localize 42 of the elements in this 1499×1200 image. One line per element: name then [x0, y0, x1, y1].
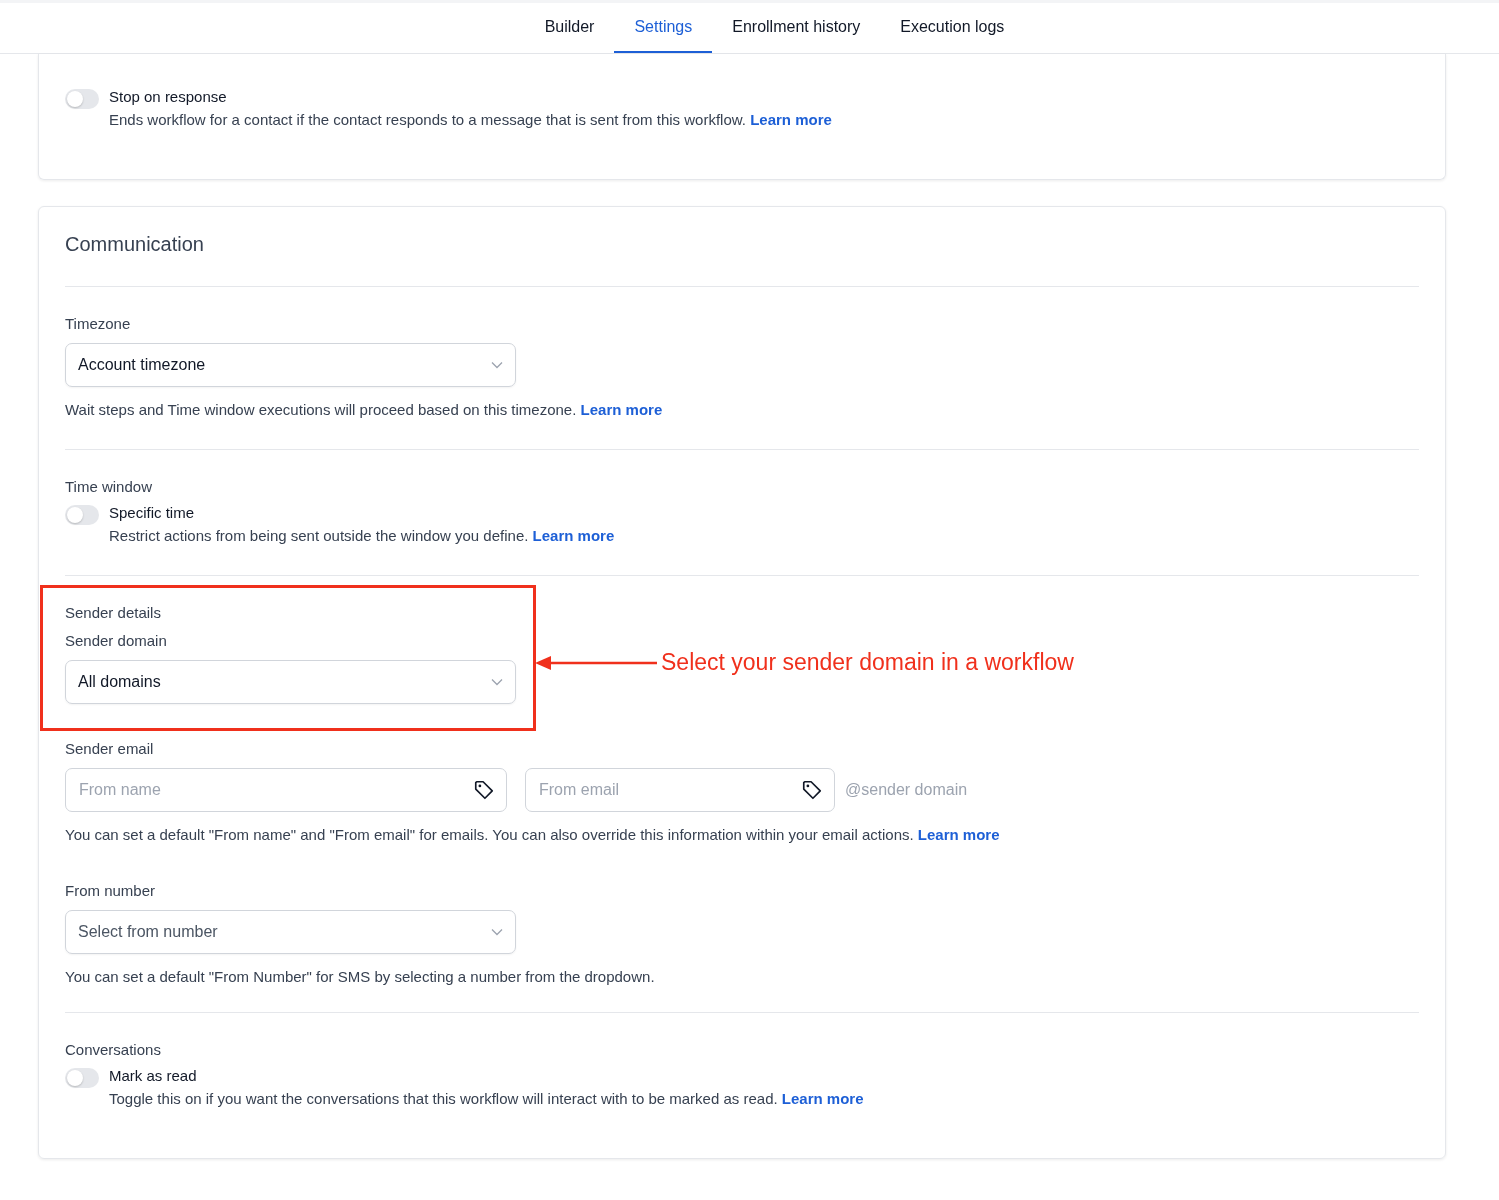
- learn-more-link[interactable]: Learn more: [580, 401, 663, 418]
- help-text: Ends workflow for a contact if the contact responds to a message that is sent from this workflow. Learn more: [109, 110, 832, 130]
- toggle-label: Mark as read: [109, 1067, 198, 1084]
- field-label: Time window: [65, 478, 152, 495]
- help-text: You can set a default "From name" and "From email" for emails. You can also override this information within your email actions. Learn more: [65, 825, 1000, 845]
- toggle-label: Specific time: [109, 504, 196, 521]
- arrow-icon: [535, 654, 657, 671]
- field-label: From number: [65, 882, 156, 899]
- section-title: Communication: [65, 233, 205, 257]
- field-label: Sender details: [65, 604, 161, 621]
- tag-icon: [801, 779, 823, 801]
- tab[interactable]: Builder: [524, 3, 615, 53]
- field-label: Conversations: [65, 1041, 161, 1058]
- field-label: Timezone: [65, 315, 131, 332]
- learn-more-link[interactable]: Learn more: [781, 1090, 864, 1107]
- learn-more-link[interactable]: Learn more: [532, 527, 615, 544]
- field-label: Sender domain: [65, 632, 167, 649]
- learn-more-link[interactable]: Learn more: [917, 826, 1000, 843]
- help-text: Toggle this on if you want the conversations that this workflow will interact with to be marked as read. Learn more: [109, 1089, 864, 1109]
- tab[interactable]: Settings: [614, 3, 713, 53]
- chevron-icon: [491, 678, 503, 686]
- from-email-field[interactable]: From email: [525, 768, 835, 812]
- domain-select[interactable]: All domains: [65, 660, 516, 704]
- tag-icon: [473, 779, 495, 801]
- tab[interactable]: Execution logs: [880, 3, 1025, 53]
- annotation-text: Select your sender domain in a workflow: [661, 649, 1074, 676]
- toggle-switch[interactable]: [65, 89, 99, 109]
- domain-suffix: @sender domain: [845, 781, 968, 799]
- chevron-icon: [491, 361, 503, 369]
- field-label: Sender email: [65, 740, 154, 757]
- from-name-field[interactable]: From name: [65, 768, 507, 812]
- toggle-switch[interactable]: [65, 1068, 99, 1088]
- toggle-switch[interactable]: [65, 505, 99, 525]
- tab[interactable]: Enrollment history: [712, 3, 881, 53]
- chevron-icon: [491, 928, 503, 936]
- number-select[interactable]: Select from number: [65, 910, 516, 954]
- learn-more-link[interactable]: Learn more: [750, 111, 832, 128]
- help-text: Restrict actions from being sent outside the window you define. Learn more: [109, 526, 615, 546]
- toggle-label: Stop on response: [109, 88, 228, 105]
- help-text: Wait steps and Time window executions will proceed based on this timezone. Learn more: [65, 400, 663, 420]
- help-text: You can set a default "From Number" for SMS by selecting a number from the dropdown.: [65, 967, 655, 987]
- timezone-select[interactable]: Account timezone: [65, 343, 516, 387]
